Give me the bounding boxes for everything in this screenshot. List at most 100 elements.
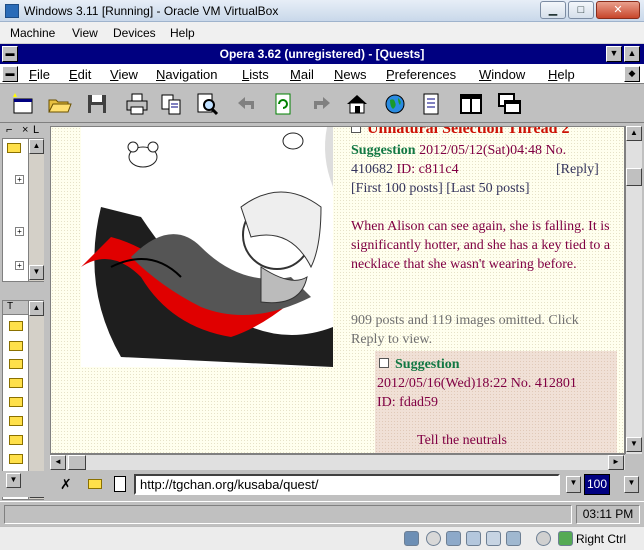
reload-icon[interactable]	[270, 91, 296, 117]
folder-icon[interactable]	[9, 341, 23, 351]
page-horizontal-scrollbar[interactable]: ◄ ►	[50, 454, 625, 470]
menu-view[interactable]: View	[72, 26, 98, 40]
url-dropdown-icon[interactable]: ▼	[566, 476, 581, 493]
display-icon[interactable]	[486, 531, 501, 546]
address-bar: ✗ http://tgchan.org/kusaba/quest/ ▼ 100 …	[0, 471, 644, 497]
expand-icon[interactable]: +	[15, 175, 24, 184]
forward-icon[interactable]	[308, 91, 334, 117]
network-icon[interactable]	[506, 531, 521, 546]
hotlist-folder-icon[interactable]	[88, 479, 102, 489]
close-button[interactable]: ✕	[596, 1, 640, 19]
hard-disk-icon[interactable]	[404, 531, 419, 546]
reply-checkbox[interactable]	[379, 358, 389, 368]
find-icon[interactable]	[194, 91, 220, 117]
post-number-link[interactable]: 410682	[351, 162, 393, 177]
folder-icon[interactable]	[9, 359, 23, 369]
hotlist-pin-icon[interactable]: L	[33, 124, 39, 136]
document-restore-button[interactable]: ◆	[624, 66, 640, 82]
single-window-icon[interactable]	[458, 91, 484, 117]
scroll-up-icon[interactable]: ▼	[6, 473, 22, 495]
menu-edit[interactable]: Edit	[69, 67, 91, 82]
menu-preferences[interactable]: Preferences	[386, 67, 456, 82]
globe-icon[interactable]	[382, 91, 408, 117]
page-vertical-scrollbar[interactable]: ▲ ▼	[625, 126, 642, 454]
opera-minimize-button[interactable]: ▼	[606, 46, 622, 62]
hotlist-close-icon[interactable]: ×	[22, 124, 28, 136]
scroll-down-icon[interactable]: ▼	[626, 437, 642, 452]
minimize-button[interactable]: ▁	[540, 1, 566, 19]
folder-icon[interactable]	[7, 143, 21, 153]
scroll-right-icon[interactable]: ►	[608, 455, 624, 470]
scroll-up-icon[interactable]: ▲	[29, 301, 44, 316]
menu-file[interactable]: File	[29, 67, 50, 82]
new-page-icon[interactable]	[10, 91, 36, 117]
delete-checkbox[interactable]	[351, 127, 361, 133]
omitted-notice: 909 posts and 119 images omitted. Click …	[351, 313, 579, 347]
hscroll-thumb[interactable]	[68, 455, 86, 470]
folder-icon[interactable]	[9, 416, 23, 426]
menu-news[interactable]: News	[334, 67, 367, 82]
url-input[interactable]: http://tgchan.org/kusaba/quest/	[134, 474, 560, 495]
folder-icon[interactable]	[9, 321, 23, 331]
menu-machine[interactable]: Machine	[10, 26, 55, 40]
folder-icon[interactable]	[9, 435, 23, 445]
scroll-down-icon[interactable]: ▼	[29, 265, 44, 280]
back-icon[interactable]	[234, 91, 260, 117]
menu-window[interactable]: Window	[479, 67, 525, 82]
op-body: When Alison can see again, she is fallin…	[351, 219, 611, 272]
scroll-left-icon[interactable]: ◄	[50, 455, 66, 470]
security-icon[interactable]: ✗	[60, 476, 76, 492]
open-folder-icon[interactable]	[46, 91, 72, 117]
post-image[interactable]	[81, 127, 333, 367]
cascade-windows-icon[interactable]	[496, 91, 522, 117]
vbox-window-title: Windows 3.11 [Running] - Oracle VM Virtu…	[24, 4, 279, 18]
zoom-level[interactable]: 100	[584, 474, 610, 495]
list-header[interactable]: T	[3, 301, 28, 315]
virtualbox-icon	[5, 4, 19, 18]
scroll-up-icon[interactable]: ▲	[29, 139, 44, 154]
copy-icon[interactable]	[158, 91, 184, 117]
shared-folders-icon[interactable]	[466, 531, 481, 546]
capture-icon[interactable]	[536, 531, 551, 546]
folder-icon[interactable]	[9, 378, 23, 388]
menu-navigation[interactable]: Navigation	[156, 67, 217, 82]
document-menu-icon[interactable]: ▬	[2, 66, 18, 82]
scroll-thumb[interactable]	[626, 168, 642, 186]
folder-icon[interactable]	[9, 397, 23, 407]
print-icon[interactable]	[124, 91, 150, 117]
list-scrollbar[interactable]: ▲ ▼	[28, 301, 44, 499]
first-100-link[interactable]: [First 100 posts]	[351, 181, 443, 196]
expand-icon[interactable]: +	[15, 227, 24, 236]
reply-header: Suggestion	[379, 355, 615, 374]
zoom-dropdown-icon[interactable]: ▼	[624, 476, 639, 493]
scroll-up-icon[interactable]: ▲	[626, 126, 642, 141]
menu-help-opera[interactable]: Help	[548, 67, 575, 82]
reply-link[interactable]: [Reply]	[556, 160, 599, 179]
post-subject: Suggestion	[351, 143, 416, 158]
menu-mail[interactable]: Mail	[290, 67, 314, 82]
optical-drive-icon[interactable]	[426, 531, 441, 546]
menu-lists[interactable]: Lists	[242, 67, 269, 82]
maximize-button[interactable]: □	[568, 1, 594, 19]
scroll-down-icon[interactable]: ▼	[6, 473, 21, 488]
home-icon[interactable]	[344, 91, 370, 117]
folder-icon[interactable]	[9, 454, 23, 464]
mouse-integration-icon[interactable]	[558, 531, 573, 546]
menu-view-opera[interactable]: View	[110, 67, 138, 82]
usb-icon[interactable]	[446, 531, 461, 546]
hotlist-arrow-icon[interactable]: ⌐	[6, 124, 12, 136]
bookmark-list[interactable]: T ▲ ▼	[2, 300, 44, 500]
bookmarks-icon[interactable]	[418, 91, 444, 117]
save-icon[interactable]	[84, 91, 110, 117]
expand-icon[interactable]: +	[15, 261, 24, 270]
opera-maximize-button[interactable]: ▲	[624, 46, 640, 62]
tree-scrollbar[interactable]: ▲ ▼	[28, 139, 44, 281]
page-content[interactable]: Unnatural Selection Thread 2 Suggestion …	[50, 126, 625, 454]
bookmark-tree[interactable]: + + + ▲ ▼	[2, 138, 44, 282]
menu-help[interactable]: Help	[170, 26, 195, 40]
menu-devices[interactable]: Devices	[113, 26, 156, 40]
last-50-link[interactable]: [Last 50 posts]	[446, 181, 529, 196]
status-message	[4, 505, 572, 524]
host-key-label: Right Ctrl	[576, 532, 627, 546]
page-info-icon[interactable]	[114, 476, 126, 492]
